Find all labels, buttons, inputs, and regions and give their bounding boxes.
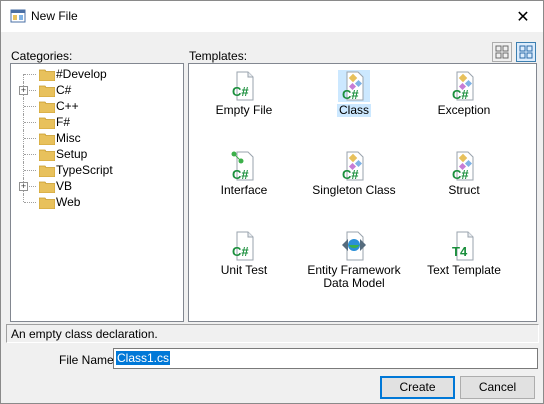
small-icons-view-icon — [519, 45, 533, 59]
svg-text:T4: T4 — [452, 244, 468, 259]
template-exception[interactable]: C# Exception — [409, 70, 519, 117]
template-unit-test[interactable]: C# Unit Test — [189, 230, 299, 277]
tree-item-cpp[interactable]: C++ — [11, 98, 183, 114]
template-entity-framework-data-model[interactable]: Entity Framework Data Model — [299, 230, 409, 290]
tree-item-label: C# — [56, 83, 72, 97]
tree-item-fsharp[interactable]: F# — [11, 114, 183, 130]
template-class[interactable]: C# Class — [299, 70, 409, 117]
folder-icon — [39, 117, 55, 129]
template-struct[interactable]: C# Struct — [409, 150, 519, 197]
tree-item-typescript[interactable]: TypeScript — [11, 162, 183, 178]
folder-icon — [39, 133, 55, 145]
csharp-class-icon: C# — [338, 70, 370, 102]
svg-text:C#: C# — [452, 87, 469, 102]
svg-text:C#: C# — [342, 87, 359, 102]
new-file-icon — [10, 9, 26, 23]
folder-icon — [39, 85, 55, 97]
tree-item-label: Setup — [56, 147, 88, 161]
file-name-label: File Name — [59, 353, 114, 367]
tree-item-label: Misc — [56, 131, 81, 145]
template-interface[interactable]: C# Interface — [189, 150, 299, 197]
close-button[interactable]: ✕ — [503, 1, 543, 32]
tree-item-label: VB — [56, 179, 73, 193]
large-icons-view-icon — [495, 45, 509, 59]
template-singleton-class[interactable]: C# Singleton Class — [299, 150, 409, 197]
tree-item-label: C++ — [56, 99, 79, 113]
title-bar: New File ✕ — [1, 1, 543, 32]
folder-icon — [39, 149, 55, 161]
entity-framework-icon — [342, 231, 366, 261]
tree-item-setup[interactable]: Setup — [11, 146, 183, 162]
svg-text:C#: C# — [342, 167, 359, 182]
template-text-template[interactable]: T4 Text Template — [409, 230, 519, 277]
svg-text:C#: C# — [232, 244, 249, 259]
cancel-button[interactable]: Cancel — [460, 376, 535, 399]
folder-icon — [39, 197, 55, 209]
csharp-class-icon: C# — [452, 71, 474, 102]
folder-icon — [39, 101, 55, 113]
svg-text:C#: C# — [232, 84, 249, 99]
folder-icon — [39, 181, 55, 193]
window-title: New File — [31, 9, 78, 23]
expand-icon[interactable]: + — [19, 182, 28, 191]
csharp-interface-icon: C# — [231, 151, 254, 182]
svg-text:C#: C# — [452, 167, 469, 182]
tree-item-web[interactable]: Web — [11, 194, 183, 210]
template-empty-file[interactable]: C# Empty File — [189, 70, 299, 117]
templates-list[interactable]: C# Empty File C# Class C# Exception C# I… — [188, 63, 537, 322]
csharp-class-icon: C# — [452, 151, 474, 182]
tree-item-label: Web — [56, 195, 81, 209]
expand-icon[interactable]: + — [19, 86, 28, 95]
file-name-value: Class1.cs — [116, 351, 171, 365]
tree-item-vb[interactable]: + VB — [11, 178, 183, 194]
svg-text:C#: C# — [232, 167, 249, 182]
categories-tree[interactable]: #Develop + C# C++ F# Misc Setup TypeScri… — [10, 63, 184, 322]
new-file-dialog: New File ✕ Categories: Templates: #Devel… — [0, 0, 544, 404]
folder-icon — [39, 165, 55, 177]
create-button[interactable]: Create — [380, 376, 455, 399]
csharp-class-icon: C# — [342, 151, 364, 182]
csharp-file-icon: C# — [232, 231, 254, 261]
small-icons-view-button[interactable] — [516, 42, 536, 62]
tree-item-misc[interactable]: Misc — [11, 130, 183, 146]
t4-template-icon: T4 — [452, 231, 474, 261]
tree-item-develop[interactable]: #Develop — [11, 66, 183, 82]
categories-label: Categories: — [11, 49, 73, 63]
close-icon: ✕ — [516, 8, 530, 26]
tree-item-csharp[interactable]: + C# — [11, 82, 183, 98]
csharp-file-icon: C# — [232, 71, 254, 101]
tree-item-label: #Develop — [56, 67, 107, 81]
file-name-input[interactable]: Class1.cs — [113, 348, 538, 369]
tree-item-label: F# — [56, 115, 71, 129]
template-description: An empty class declaration. — [6, 324, 539, 343]
templates-label: Templates: — [189, 49, 248, 63]
large-icons-view-button[interactable] — [492, 42, 512, 62]
tree-item-label: TypeScript — [56, 163, 113, 177]
folder-icon — [39, 69, 55, 81]
